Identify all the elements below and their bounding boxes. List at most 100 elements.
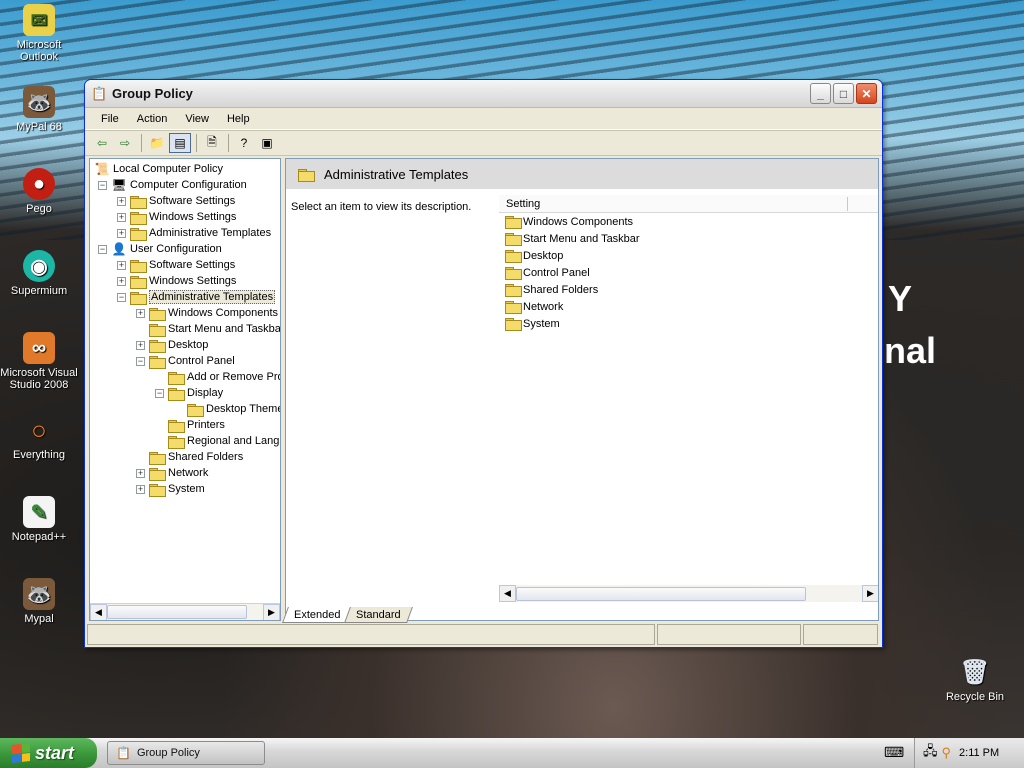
list-item-start-menu-and-taskbar[interactable]: Start Menu and Taskbar — [499, 230, 878, 247]
tree-item-start-menu-and-taskbar[interactable]: Start Menu and Taskba — [149, 321, 280, 337]
desktop-icon-everything[interactable]: ○ Everything — [0, 414, 78, 462]
tab-extended[interactable]: Extended — [282, 607, 353, 623]
tree-item-local-computer-policy[interactable]: 📜 Local Computer Policy — [94, 161, 224, 177]
column-divider[interactable] — [847, 197, 848, 211]
tree-item-display[interactable]: − Display — [155, 385, 223, 401]
properties-icon[interactable]: ▣ — [256, 133, 278, 153]
tree-item-windows-components[interactable]: + Windows Components — [136, 305, 278, 321]
tree-item-add-or-remove-programs[interactable]: Add or Remove Pro — [168, 369, 280, 385]
toolbar: ⇦ ⇨ 📁 ▤ 🗎 ? ▣ — [85, 130, 882, 156]
expand-icon[interactable]: + — [136, 340, 145, 350]
tree-item-administrative-templates[interactable]: + Administrative Templates — [117, 225, 271, 241]
show-hide-tree-icon[interactable]: ▤ — [169, 133, 191, 153]
mypal-icon: 🦝 — [23, 86, 55, 118]
folder-icon — [130, 211, 147, 225]
scroll-right-icon[interactable]: ▶ — [263, 603, 280, 620]
keyboard-icon[interactable]: ⌨ — [884, 744, 904, 761]
tree-item-desktop-themes[interactable]: Desktop Theme — [187, 401, 280, 417]
policy-icon: 📜 — [94, 162, 110, 176]
folder-icon — [130, 259, 147, 273]
desktop-icon-mypal68[interactable]: 🦝 MyPal 68 — [0, 86, 78, 133]
expand-icon[interactable]: + — [136, 468, 145, 478]
expand-icon[interactable]: + — [136, 484, 145, 494]
tree-item-computer-configuration[interactable]: − 🖥 Computer Configuration — [98, 177, 247, 193]
scroll-left-icon[interactable]: ◀ — [499, 585, 516, 602]
expand-icon[interactable]: + — [117, 212, 126, 222]
tree-item-shared-folders[interactable]: Shared Folders — [149, 449, 243, 465]
menu-file[interactable]: File — [93, 111, 127, 127]
tree-item-regional-and-language[interactable]: Regional and Langu — [168, 433, 280, 449]
folder-icon — [168, 435, 185, 449]
tree-horizontal-scrollbar[interactable]: ◀ ▶ — [90, 603, 280, 620]
menu-help[interactable]: Help — [219, 111, 258, 127]
scroll-thumb[interactable] — [107, 605, 247, 619]
desktop-icon-outlook[interactable]: ✉ Microsoft Outlook — [0, 4, 78, 63]
tree-item-desktop[interactable]: + Desktop — [136, 337, 208, 353]
up-folder-icon[interactable]: 📁 — [146, 133, 168, 153]
desktop-icon-mypal[interactable]: 🦝 Mypal — [0, 578, 78, 625]
forward-icon[interactable]: ⇨ — [114, 133, 136, 153]
desktop-icon-label: Microsoft Outlook — [16, 39, 62, 63]
expand-icon[interactable]: + — [117, 276, 126, 286]
export-list-icon[interactable]: 🗎 — [201, 133, 223, 153]
tree-item-system[interactable]: + System — [136, 481, 205, 497]
menu-view[interactable]: View — [177, 111, 217, 127]
list-item-shared-folders[interactable]: Shared Folders — [499, 281, 878, 298]
folder-icon — [130, 275, 147, 289]
folder-icon — [505, 317, 522, 331]
tab-standard[interactable]: Standard — [344, 607, 414, 623]
title-bar[interactable]: 📋 Group Policy _ □ ✕ — [85, 80, 882, 108]
close-button[interactable]: ✕ — [856, 83, 877, 104]
help-icon[interactable]: ? — [233, 133, 255, 153]
menu-action[interactable]: Action — [129, 111, 176, 127]
clock[interactable]: 2:11 PM — [959, 747, 999, 759]
desktop-icon-visual-studio[interactable]: ∞ Microsoft Visual Studio 2008 — [0, 332, 78, 391]
scroll-left-icon[interactable]: ◀ — [90, 603, 107, 620]
expand-icon[interactable]: + — [117, 228, 126, 238]
tree-item-software-settings[interactable]: + Software Settings — [117, 257, 235, 273]
tree-item-administrative-templates-selected[interactable]: − Administrative Templates — [117, 289, 276, 305]
collapse-icon[interactable]: − — [98, 180, 107, 190]
start-button[interactable]: start — [0, 738, 97, 768]
details-horizontal-scrollbar[interactable]: ◀ ▶ — [499, 585, 878, 602]
scroll-right-icon[interactable]: ▶ — [862, 585, 878, 602]
tree-item-control-panel[interactable]: − Control Panel — [136, 353, 235, 369]
desktop-icon-notepadpp[interactable]: ✎ Notepad++ — [0, 496, 78, 543]
tree-item-windows-settings[interactable]: + Windows Settings — [117, 273, 236, 289]
folder-icon — [505, 266, 522, 280]
minimize-button[interactable]: _ — [810, 83, 831, 104]
list-item-desktop[interactable]: Desktop — [499, 247, 878, 264]
folder-icon — [149, 323, 166, 337]
back-icon[interactable]: ⇦ — [91, 133, 113, 153]
folder-open-icon — [168, 387, 185, 401]
collapse-icon[interactable]: − — [155, 388, 164, 398]
maximize-button[interactable]: □ — [833, 83, 854, 104]
desktop-icon-recycle-bin[interactable]: 🗑 Recycle Bin — [936, 656, 1014, 704]
tree-item-software-settings[interactable]: + Software Settings — [117, 193, 235, 209]
search-tray-icon[interactable]: ⚲ — [942, 745, 952, 761]
expand-icon[interactable]: + — [117, 196, 126, 206]
collapse-icon[interactable]: − — [98, 244, 107, 254]
list-item-system[interactable]: System — [499, 315, 878, 332]
folder-icon — [505, 215, 522, 229]
outlook-icon: ✉ — [23, 4, 55, 36]
tree-item-user-configuration[interactable]: − 👤 User Configuration — [98, 241, 222, 257]
list-item-control-panel[interactable]: Control Panel — [499, 264, 878, 281]
taskbar-item-group-policy[interactable]: 📋 Group Policy — [107, 741, 265, 765]
expand-icon[interactable]: + — [136, 308, 145, 318]
column-header-setting[interactable]: Setting — [499, 195, 878, 213]
collapse-icon[interactable]: − — [136, 356, 145, 366]
scroll-thumb[interactable] — [516, 586, 806, 601]
list-item-network[interactable]: Network — [499, 298, 878, 315]
list-item-windows-components[interactable]: Windows Components — [499, 213, 878, 230]
desktop-icon-label: Recycle Bin — [945, 691, 1005, 703]
desktop-icon-pego[interactable]: ● Pego — [0, 168, 78, 215]
expand-icon[interactable]: + — [117, 260, 126, 270]
collapse-icon[interactable]: − — [117, 292, 126, 302]
desktop-icon-supermium[interactable]: ◉ Supermium — [0, 250, 78, 297]
network-tray-icon[interactable]: 🖧 — [923, 742, 938, 764]
visual-studio-icon: ∞ — [23, 332, 55, 364]
tree-item-printers[interactable]: Printers — [168, 417, 225, 433]
tree-item-network[interactable]: + Network — [136, 465, 208, 481]
tree-item-windows-settings[interactable]: + Windows Settings — [117, 209, 236, 225]
